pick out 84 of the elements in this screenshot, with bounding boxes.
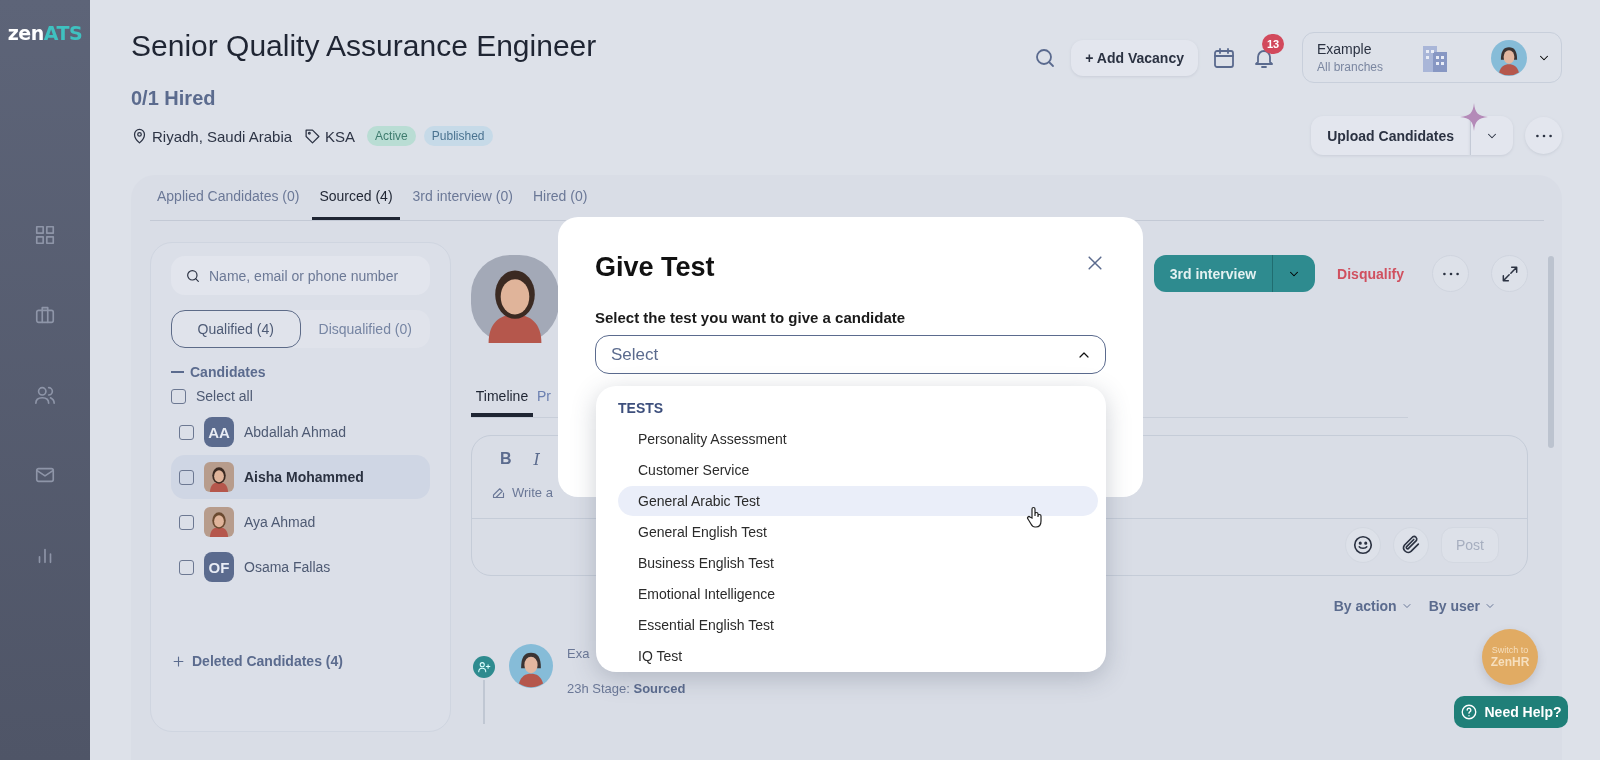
dropdown-option[interactable]: IQ Test	[618, 641, 1098, 671]
account-subtitle: All branches	[1317, 60, 1385, 74]
calendar-icon	[1212, 45, 1236, 70]
status-badge: Active	[367, 126, 416, 146]
help-button[interactable]: Need Help?	[1454, 696, 1568, 728]
candidate-name: Abdallah Ahmad	[244, 424, 346, 440]
comment-placeholder: Write a	[512, 484, 553, 500]
attach-button[interactable]	[1393, 527, 1429, 563]
expand-button[interactable]	[1491, 255, 1528, 292]
dropdown-option[interactable]: Customer Service	[618, 455, 1098, 485]
more-icon	[1535, 133, 1552, 138]
notification-badge: 13	[1262, 33, 1285, 54]
dropdown-option[interactable]: Business English Test	[618, 548, 1098, 578]
dropdown-option[interactable]: General Arabic Test	[618, 486, 1098, 516]
pipeline-tab[interactable]: Sourced (4)	[312, 175, 400, 220]
stage-button[interactable]: 3rd interview	[1153, 255, 1273, 292]
scrollbar[interactable]	[1548, 256, 1554, 448]
tag-label: KSA	[325, 127, 356, 145]
group-label[interactable]: Candidates	[190, 364, 266, 380]
pipeline-tab[interactable]: Applied Candidates (0)	[150, 175, 307, 220]
avatar-icon	[1491, 39, 1527, 76]
candidate-name: Aisha Mohammed	[244, 469, 364, 485]
more-icon	[1442, 271, 1459, 276]
search-field[interactable]: Name, email or phone number	[171, 256, 430, 295]
tag-icon	[304, 127, 322, 145]
candidate-row[interactable]: AA Abdallah Ahmad	[171, 410, 430, 454]
avatar-icon	[204, 462, 234, 492]
filter-dropdown[interactable]: By user	[1428, 598, 1496, 614]
avatar-initials: OF	[204, 552, 234, 582]
users-icon	[34, 384, 56, 406]
account-switcher[interactable]: Example All branches	[1302, 32, 1562, 83]
modal-title: Give Test	[595, 251, 715, 284]
location-label: Riyadh, Saudi Arabia	[152, 127, 293, 145]
candidate-name: Aya Ahmad	[244, 514, 316, 530]
checkbox[interactable]	[179, 424, 194, 440]
upload-candidates-button[interactable]: Upload Candidates	[1311, 116, 1470, 155]
field-label: Select the test you want to give a candidate	[595, 309, 907, 326]
paperclip-icon	[1400, 534, 1422, 556]
page-title: Senior Quality Assurance Engineer	[131, 28, 597, 64]
plus-icon	[171, 653, 186, 669]
checkbox[interactable]	[179, 469, 194, 485]
candidate-name: Osama Fallas	[244, 559, 331, 575]
checkbox[interactable]	[179, 559, 194, 575]
status-badge: Published	[423, 126, 493, 146]
smile-icon	[1352, 534, 1374, 556]
deleted-candidates-link[interactable]: Deleted Candidates (4)	[192, 653, 343, 669]
profile-tab[interactable]: Pr	[537, 379, 551, 417]
timeline-detail: 23h Stage: Sourced	[567, 681, 686, 696]
dropdown-button[interactable]	[1272, 255, 1316, 292]
user-plus-icon	[477, 660, 491, 674]
italic-button[interactable]: I	[533, 450, 540, 469]
account-name: Example	[1317, 41, 1373, 57]
avatar-icon	[204, 507, 234, 537]
hired-count: 0/1 Hired	[131, 86, 217, 110]
briefcase-icon	[34, 304, 56, 326]
avatar-icon	[509, 644, 553, 688]
checkbox-label: Select all	[196, 388, 253, 404]
hand-cursor-icon	[1026, 506, 1044, 528]
dashboard-icon	[34, 224, 56, 246]
group-header: TESTS	[618, 399, 665, 418]
filter-tab[interactable]: Disqualified (0)	[300, 310, 430, 348]
logo[interactable]: zenATS	[7, 22, 83, 44]
avatar-initials: AA	[204, 417, 234, 447]
test-select[interactable]: Select	[595, 335, 1106, 374]
filter-dropdown[interactable]: By action	[1333, 598, 1413, 614]
pin-icon	[131, 127, 148, 145]
dropdown-option[interactable]: Emotional Intelligence	[618, 579, 1098, 609]
emoji-button[interactable]	[1345, 527, 1381, 563]
help-icon	[1460, 703, 1479, 721]
add-vacancy-button[interactable]: + Add Vacancy	[1071, 39, 1198, 76]
bold-button[interactable]: B	[500, 450, 512, 469]
profile-tab[interactable]: Timeline	[471, 379, 533, 417]
dropdown-option[interactable]: Essential English Test	[618, 610, 1098, 640]
filter-tab[interactable]: Qualified (4)	[171, 310, 301, 348]
candidate-row[interactable]: OF Osama Fallas	[171, 545, 430, 589]
dropdown-option[interactable]: General English Test	[618, 517, 1098, 547]
pipeline-tab[interactable]: Hired (0)	[525, 175, 595, 220]
timeline-title: Exa	[567, 646, 590, 661]
disqualify-button[interactable]: Disqualify	[1333, 265, 1410, 282]
candidate-row[interactable]: Aisha Mohammed	[171, 455, 430, 499]
checkbox[interactable]	[171, 388, 186, 404]
candidate-row[interactable]: Aya Ahmad	[171, 500, 430, 544]
pipeline-tab[interactable]: 3rd interview (0)	[405, 175, 520, 220]
checkbox[interactable]	[179, 514, 194, 530]
